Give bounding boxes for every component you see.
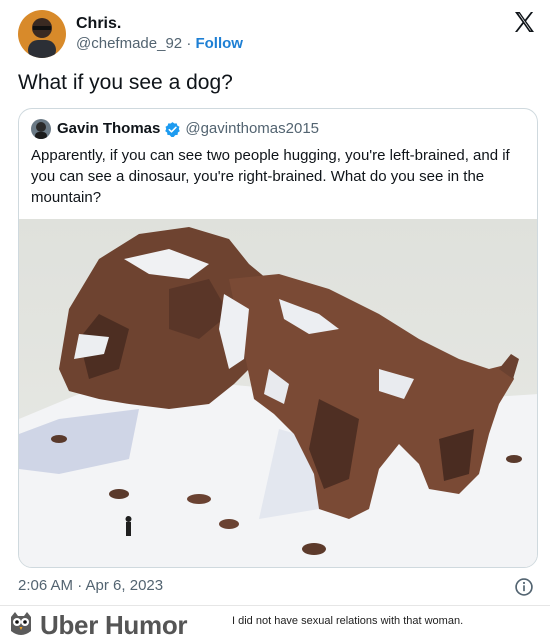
author-avatar[interactable] xyxy=(18,10,66,58)
footer-brand: Uber Humor xyxy=(40,610,188,640)
owl-icon xyxy=(11,612,31,635)
tweet-author: Chris. @chefmade_92 · Follow xyxy=(18,10,243,58)
quoted-tweet[interactable]: Gavin Thomas @gavinthomas2015 Apparently… xyxy=(18,108,538,568)
footer-caption: I did not have sexual relations with tha… xyxy=(232,615,464,627)
mountain-photo[interactable] xyxy=(19,219,538,568)
quote-author-handle[interactable]: @gavinthomas2015 xyxy=(185,119,319,139)
quote-author-name[interactable]: Gavin Thomas xyxy=(57,119,160,139)
tweet-timestamp[interactable]: 2:06 AM · Apr 6, 2023 xyxy=(18,577,163,594)
author-handle[interactable]: @chefmade_92 xyxy=(76,35,182,52)
info-icon[interactable] xyxy=(514,577,534,597)
follow-button[interactable]: Follow xyxy=(195,35,243,52)
tweet-text: What if you see a dog? xyxy=(18,71,233,94)
verified-badge-icon xyxy=(165,121,181,137)
tweet-card: Chris. @chefmade_92 · Follow What if you… xyxy=(0,0,550,605)
quote-text: Apparently, if you can see two people hu… xyxy=(31,147,510,206)
quote-author-avatar[interactable] xyxy=(31,119,51,139)
watermark-footer: Uber Humor I did not have sexual relatio… xyxy=(0,605,550,641)
x-logo-icon[interactable] xyxy=(512,10,536,34)
author-name[interactable]: Chris. xyxy=(76,14,243,34)
meta-separator: · xyxy=(186,35,192,52)
